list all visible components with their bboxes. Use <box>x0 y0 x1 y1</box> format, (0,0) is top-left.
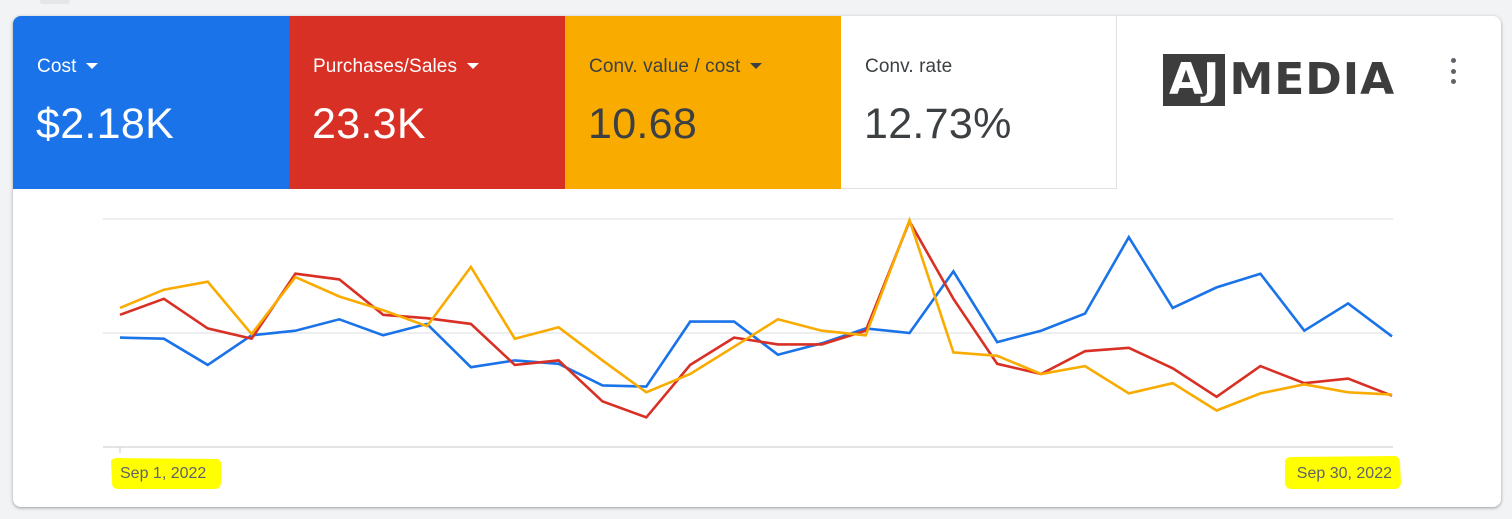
x-tick-label-start: Sep 1, 2022 <box>120 465 206 482</box>
line-chart: Sep 1, 2022 Sep 30, 2022 <box>103 216 1401 489</box>
performance-card: Cost $2.18K Purchases/Sales 23.3K Conv. … <box>13 16 1501 507</box>
series-line-0 <box>119 234 1393 388</box>
series-line-1 <box>119 218 1393 419</box>
top-strip <box>40 0 70 4</box>
series-line-2 <box>119 216 1393 412</box>
x-tick-label-end: Sep 30, 2022 <box>1297 465 1392 482</box>
